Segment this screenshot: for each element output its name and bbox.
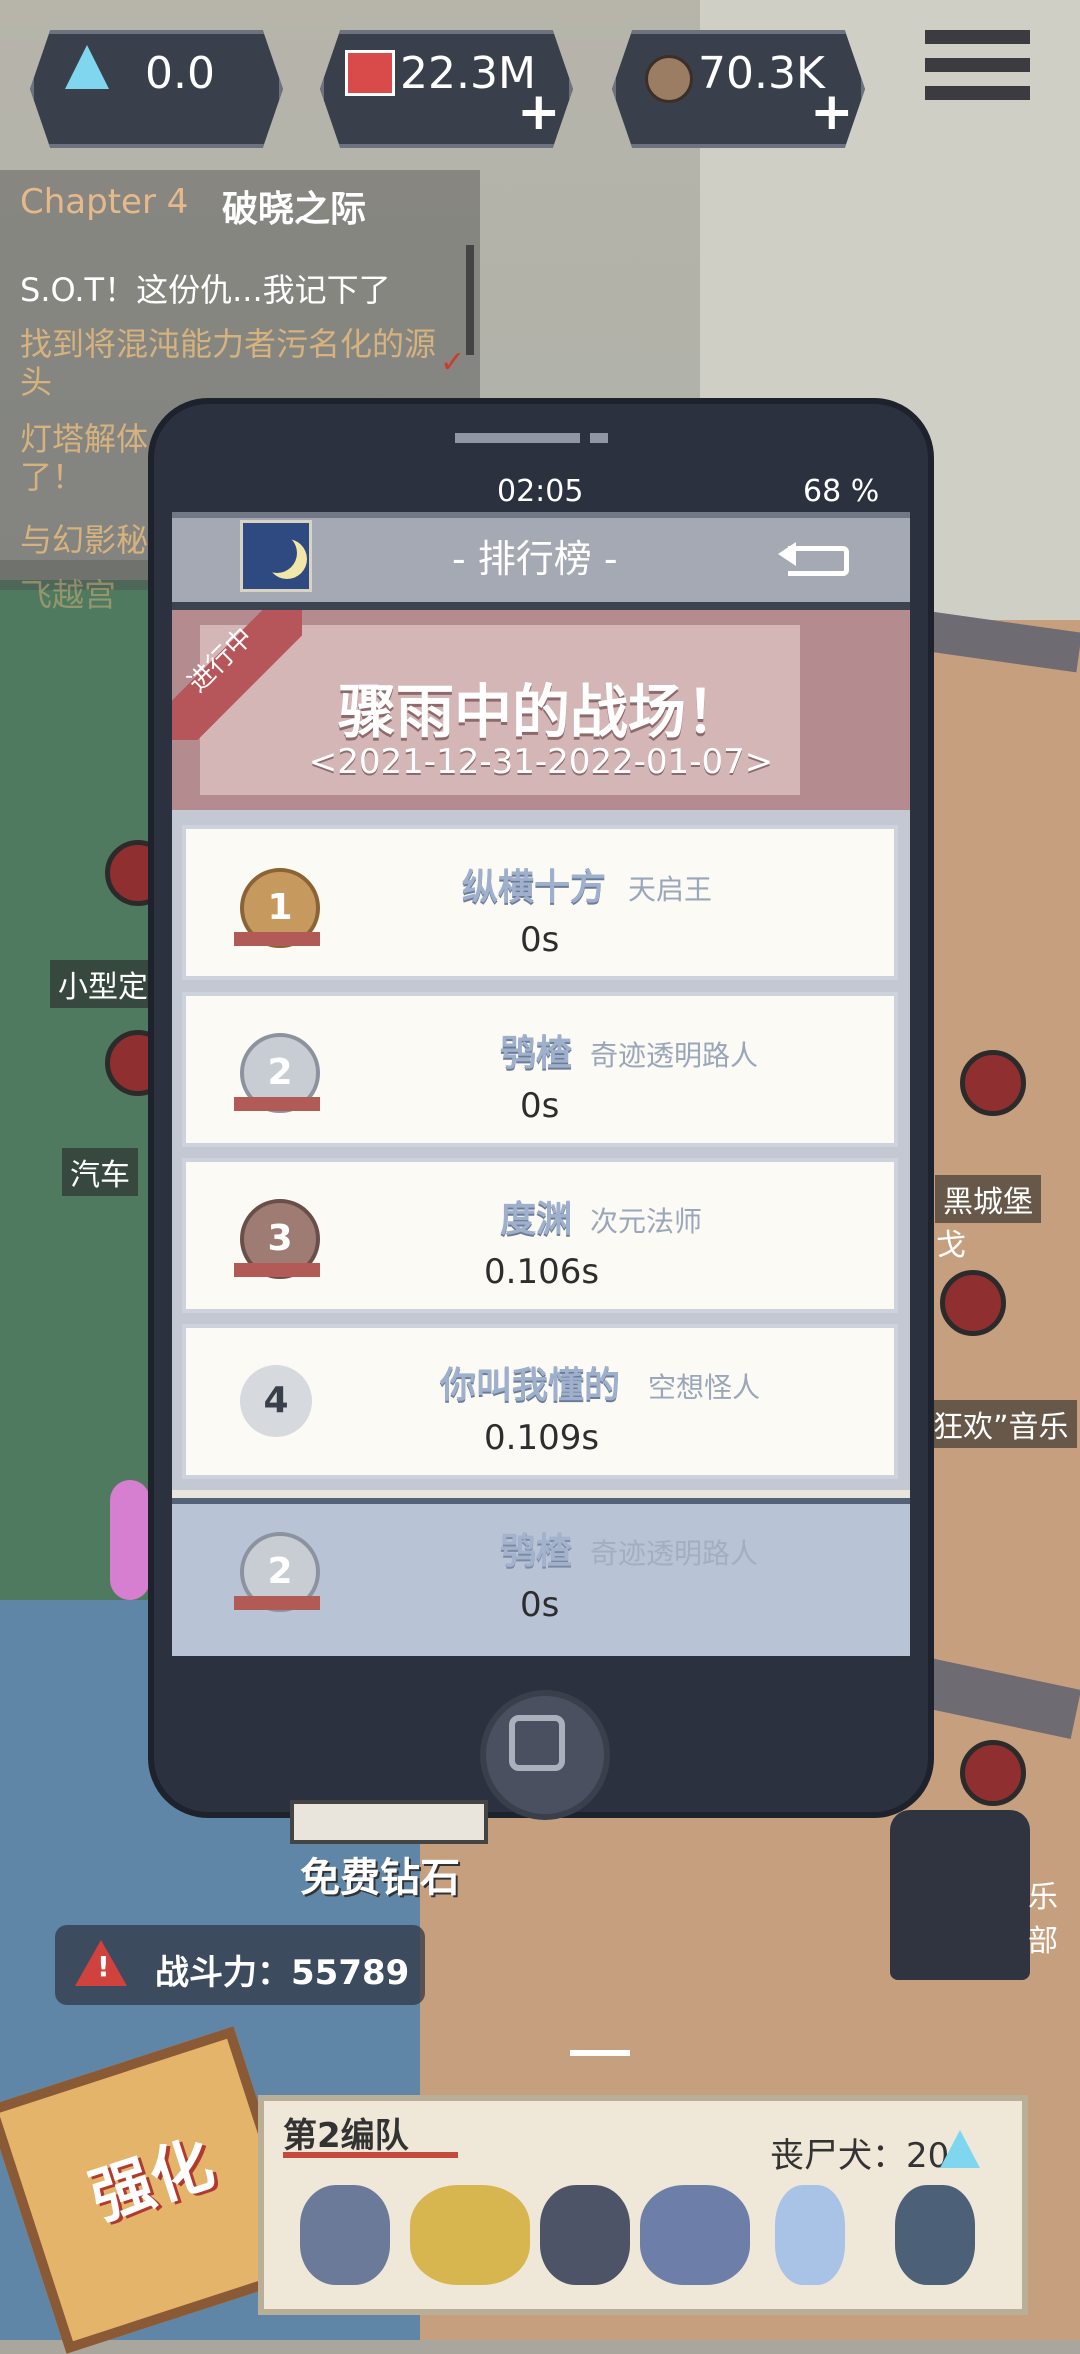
crystal-icon — [940, 2130, 980, 2168]
map-location-pin[interactable] — [940, 1270, 1006, 1336]
add-gem-icon[interactable]: + — [517, 82, 561, 142]
player-name: 纵横十方 — [462, 867, 607, 908]
squad-unit-icon[interactable] — [895, 2185, 975, 2285]
status-time: 02:05 — [497, 474, 584, 509]
squad-name[interactable]: 第2编队 — [283, 2108, 409, 2157]
player-title: 奇迹透明路人 — [590, 1039, 759, 1072]
expand-chevron-icon[interactable] — [570, 2050, 630, 2086]
map-location-pin[interactable] — [960, 1740, 1026, 1806]
combat-power-value: 战斗力：55789 — [155, 1953, 410, 1993]
map-label[interactable]: 狂欢”音乐 — [925, 1400, 1077, 1448]
phone-camera — [590, 433, 608, 443]
map-label[interactable]: 戈 — [928, 1218, 974, 1266]
quest-item[interactable]: 与幻影秘 — [20, 515, 148, 561]
map-label[interactable]: 黑城堡 — [935, 1175, 1041, 1223]
my-player-name: 鸮楂 — [500, 1531, 573, 1572]
moon-app-icon — [240, 520, 312, 592]
quest-item[interactable]: S.O.T！这份仇...我记下了 — [20, 265, 391, 311]
player-title: 次元法师 — [590, 1205, 703, 1238]
squad-underline — [283, 2152, 458, 2158]
home-square-icon — [509, 1715, 565, 1771]
player-name: 你叫我懂的 — [440, 1365, 621, 1406]
player-title: 空想怪人 — [648, 1371, 761, 1404]
squad-unit-icon[interactable] — [410, 2185, 530, 2285]
event-date: <2021-12-31-2022-01-07> — [308, 742, 774, 782]
my-player-title: 奇迹透明路人 — [590, 1537, 759, 1570]
medal-ribbon — [234, 1263, 320, 1277]
medal-ribbon — [234, 932, 320, 946]
check-icon: ✓ — [440, 345, 466, 380]
player-time: 0.109s — [484, 1418, 600, 1458]
my-player-time: 0s — [520, 1585, 560, 1625]
squad-unit-icon[interactable] — [775, 2185, 845, 2285]
crystal-icon — [65, 45, 109, 89]
medal-ribbon — [234, 1097, 320, 1111]
phone-speaker — [455, 433, 580, 443]
free-diamond-label[interactable]: 免费钻石 — [300, 1845, 460, 1903]
gem-pile-icon — [345, 50, 395, 96]
pink-creature-icon[interactable] — [110, 1480, 150, 1600]
player-name: 鸮楂 — [500, 1033, 573, 1074]
squad-unit-icon[interactable] — [540, 2185, 630, 2285]
player-time: 0s — [520, 1086, 560, 1126]
add-coin-icon[interactable]: + — [810, 82, 854, 142]
map-label[interactable]: 汽车 — [62, 1148, 138, 1196]
ranking-title: - 排行榜 - — [452, 537, 618, 581]
hamburger-menu-icon[interactable] — [920, 20, 1035, 110]
rank-badge: 4 — [240, 1365, 312, 1437]
player-time: 0.106s — [484, 1252, 600, 1292]
squad-unit-icon[interactable] — [640, 2185, 750, 2285]
map-label[interactable]: 乐部 — [1020, 1870, 1080, 1962]
chapter-name: 破晓之际 — [222, 189, 367, 230]
quest-scrollbar[interactable] — [466, 245, 474, 355]
back-arrow-icon[interactable] — [778, 536, 850, 576]
player-title: 天启王 — [628, 873, 713, 906]
map-label[interactable]: 小型定 — [50, 960, 156, 1008]
player-name: 度渊 — [500, 1199, 573, 1240]
zombie-dog-count: 丧尸犬：20 — [770, 2136, 950, 2176]
quest-item[interactable]: 飞越宫 — [20, 570, 116, 616]
crystal-value: 0.0 — [145, 48, 215, 99]
warning-mark: ! — [97, 1950, 110, 1983]
medal-ribbon — [234, 1596, 320, 1610]
squad-unit-icon[interactable] — [300, 2185, 390, 2285]
event-status-ribbon: 进行中 — [172, 610, 302, 740]
chapter-label: Chapter 4 — [20, 182, 189, 222]
free-diamond-chest-icon[interactable] — [290, 1800, 488, 1844]
status-battery: 68 % — [803, 474, 880, 509]
player-time: 0s — [520, 920, 560, 960]
coin-icon — [645, 55, 693, 103]
map-location-pin[interactable] — [960, 1050, 1026, 1116]
quest-item[interactable]: 找到将混沌能力者污名化的源头 — [20, 325, 450, 401]
gem-value: 22.3M — [400, 48, 536, 99]
rocket-building-icon[interactable] — [890, 1810, 1030, 1980]
coin-value: 70.3K — [698, 48, 825, 99]
